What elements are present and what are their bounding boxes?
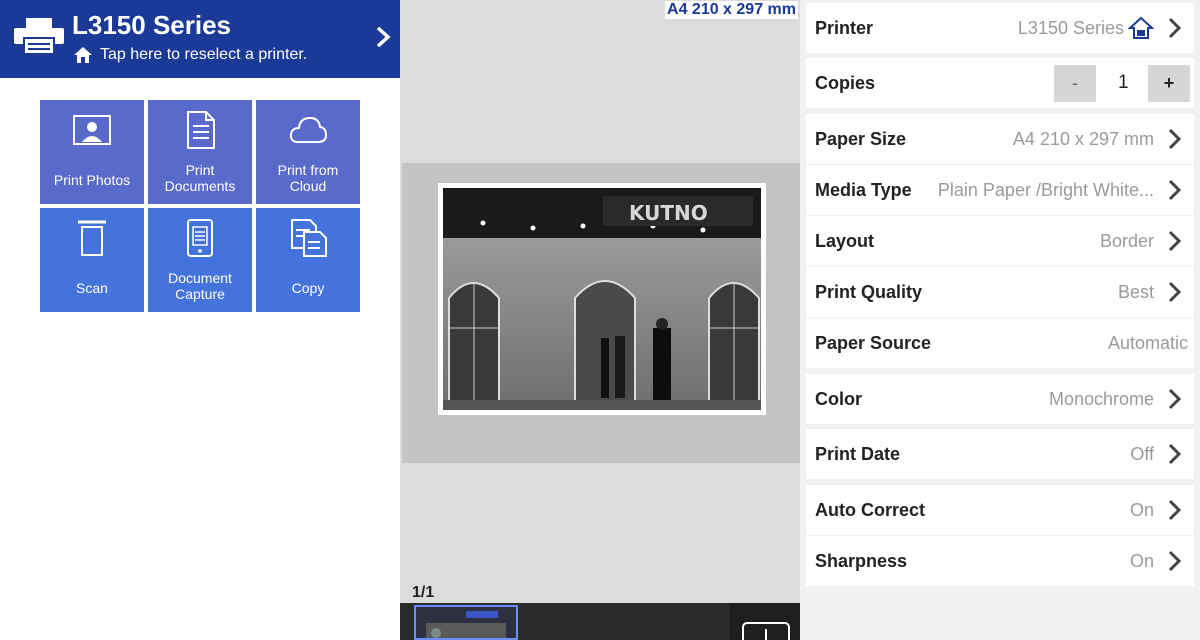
phone-document-icon xyxy=(187,219,213,257)
print-settings-panel: Printer L3150 Series Copies - 1 + Paper … xyxy=(800,0,1200,640)
document-capture-tile[interactable]: Document Capture xyxy=(148,208,252,312)
chevron-right-icon xyxy=(1168,128,1182,150)
reselect-printer-text: Tap here to reselect a printer. xyxy=(100,46,308,63)
paper-size-label: A4 210 x 297 mm xyxy=(665,1,798,19)
chevron-right-icon xyxy=(1168,499,1182,521)
setting-value: Plain Paper /Bright White... xyxy=(937,180,1154,200)
setting-value: Off xyxy=(1130,444,1154,464)
setting-sharpness[interactable]: Sharpness On xyxy=(806,536,1194,586)
printer-icon xyxy=(14,18,64,55)
chevron-right-icon xyxy=(376,26,391,48)
setting-label: Paper Size xyxy=(815,129,907,149)
setting-label: Paper Source xyxy=(815,333,932,353)
setting-color[interactable]: Color Monochrome xyxy=(806,374,1194,424)
setting-value: On xyxy=(1129,500,1154,520)
setting-layout[interactable]: Layout Border xyxy=(806,216,1194,266)
scan-tile[interactable]: Scan xyxy=(40,208,144,312)
setting-label: Color xyxy=(815,389,862,409)
home-icon xyxy=(74,47,92,63)
copies-decrement-button[interactable]: - xyxy=(1054,65,1096,102)
page-counter: 1/1 xyxy=(412,584,435,601)
print-documents-tile[interactable]: Print Documents xyxy=(148,100,252,204)
setting-label: Print Date xyxy=(815,444,901,464)
chevron-right-icon xyxy=(1168,179,1182,201)
tile-label-line2: Capture xyxy=(175,286,225,302)
tile-label-line2: Cloud xyxy=(289,178,327,194)
copies-increment-button[interactable]: + xyxy=(1148,65,1190,102)
setting-label: Media Type xyxy=(815,180,912,200)
setting-value: Monochrome xyxy=(1048,389,1154,409)
setting-label: Sharpness xyxy=(815,551,908,571)
preview-area: KUTNO xyxy=(402,163,800,463)
setting-label: Layout xyxy=(815,231,875,251)
setting-auto-correct[interactable]: Auto Correct On xyxy=(806,485,1194,535)
scan-icon xyxy=(78,220,106,256)
setting-value: On xyxy=(1129,551,1154,571)
setting-value: Automatic xyxy=(1107,333,1188,353)
chevron-right-icon xyxy=(1168,17,1182,39)
copy-tile[interactable]: Copy xyxy=(256,208,360,312)
copies-value: 1 xyxy=(1118,72,1129,93)
tile-label-line1: Print xyxy=(185,162,215,178)
thumbnail-image xyxy=(416,607,516,638)
add-icon xyxy=(742,622,790,640)
setting-value: Border xyxy=(1099,231,1154,251)
chevron-right-icon xyxy=(1168,388,1182,410)
preview-photo: KUTNO xyxy=(443,188,761,410)
setting-media-type[interactable]: Media Type Plain Paper /Bright White... xyxy=(806,165,1194,215)
photo-sign-text: KUTNO xyxy=(629,201,708,225)
chevron-right-icon xyxy=(1168,281,1182,303)
setting-copies: Copies - 1 + xyxy=(806,58,1194,108)
home-printer-icon xyxy=(1128,16,1154,39)
setting-label: Printer xyxy=(815,18,874,38)
page-thumbnail[interactable] xyxy=(414,605,518,640)
tile-label: Document Capture xyxy=(150,270,250,302)
setting-print-date[interactable]: Print Date Off xyxy=(806,429,1194,479)
setting-value: A4 210 x 297 mm xyxy=(1012,129,1154,149)
add-page-button[interactable] xyxy=(730,603,800,640)
cloud-icon xyxy=(289,116,328,143)
left-panel: L3150 Series Tap here to reselect a prin… xyxy=(0,0,400,640)
tile-label: Scan xyxy=(76,280,108,296)
setting-print-quality[interactable]: Print Quality Best xyxy=(806,267,1194,317)
preview-panel: A4 210 x 297 mm KUTNO 1/1 xyxy=(400,0,800,640)
setting-paper-source[interactable]: Paper Source Automatic xyxy=(806,318,1194,368)
tile-label: Print Documents xyxy=(150,162,250,194)
printer-name: L3150 Series xyxy=(72,10,232,40)
tile-label: Copy xyxy=(291,280,325,296)
setting-value: L3150 Series xyxy=(1017,18,1124,38)
photo-icon xyxy=(73,115,111,145)
setting-label: Print Quality xyxy=(815,282,923,302)
setting-value: Best xyxy=(1117,282,1154,302)
setting-printer[interactable]: Printer L3150 Series xyxy=(806,3,1194,53)
chevron-right-icon xyxy=(1168,550,1182,572)
chevron-right-icon xyxy=(1168,230,1182,252)
print-from-cloud-tile[interactable]: Print from Cloud xyxy=(256,100,360,204)
tile-label: Print from Cloud xyxy=(258,162,358,194)
tile-label-line2: Documents xyxy=(164,178,236,194)
thumbnail-strip xyxy=(400,603,800,640)
tile-label-line1: Document xyxy=(168,270,232,286)
setting-paper-size[interactable]: Paper Size A4 210 x 297 mm xyxy=(806,114,1194,164)
copy-icon xyxy=(291,219,327,257)
tile-label: Print Photos xyxy=(53,172,131,188)
print-photos-tile[interactable]: Print Photos xyxy=(40,100,144,204)
preview-page[interactable]: KUTNO xyxy=(438,183,766,415)
printer-select-header[interactable]: L3150 Series Tap here to reselect a prin… xyxy=(0,0,400,78)
tile-label-line1: Print from xyxy=(277,162,339,178)
app-window: L3150 Series Tap here to reselect a prin… xyxy=(0,0,1200,640)
setting-label: Auto Correct xyxy=(815,500,926,520)
chevron-right-icon xyxy=(1168,443,1182,465)
document-icon xyxy=(187,111,215,149)
setting-label: Copies xyxy=(815,73,876,93)
